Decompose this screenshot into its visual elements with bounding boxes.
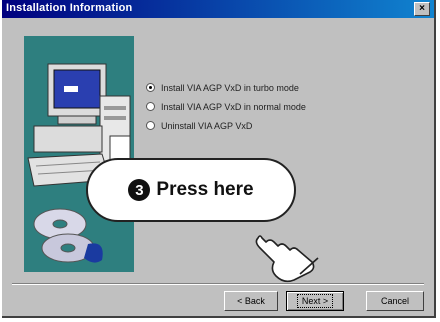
option-uninstall-label: Uninstall VIA AGP VxD [161, 120, 253, 131]
setup-illustration [24, 36, 134, 272]
option-uninstall[interactable]: Uninstall VIA AGP VxD [146, 116, 306, 135]
back-button[interactable]: < Back [224, 291, 278, 311]
close-icon[interactable]: × [414, 2, 430, 16]
option-turbo-label: Install VIA AGP VxD in turbo mode [161, 82, 299, 93]
cancel-button[interactable]: Cancel [366, 291, 424, 311]
step-number-badge: 3 [128, 179, 151, 201]
pointing-hand-icon [255, 235, 319, 283]
callout-text: Press here [156, 179, 254, 200]
next-button[interactable]: Next > [286, 291, 344, 311]
radio-turbo-mode[interactable] [146, 83, 155, 92]
radio-uninstall[interactable] [146, 121, 155, 130]
radio-normal-mode[interactable] [146, 102, 155, 111]
footer-separator [12, 283, 424, 285]
installation-dialog: Installation Information × Install VIA A… [2, 0, 436, 318]
press-here-callout: 3 Press here [86, 158, 296, 222]
next-button-label: Next > [296, 294, 334, 308]
window-title: Installation Information [6, 2, 133, 14]
title-bar[interactable]: Installation Information × [2, 0, 434, 18]
option-turbo-mode[interactable]: Install VIA AGP VxD in turbo mode [146, 78, 306, 97]
install-options: Install VIA AGP VxD in turbo mode Instal… [146, 78, 306, 135]
option-normal-mode[interactable]: Install VIA AGP VxD in normal mode [146, 97, 306, 116]
option-normal-label: Install VIA AGP VxD in normal mode [161, 101, 306, 112]
